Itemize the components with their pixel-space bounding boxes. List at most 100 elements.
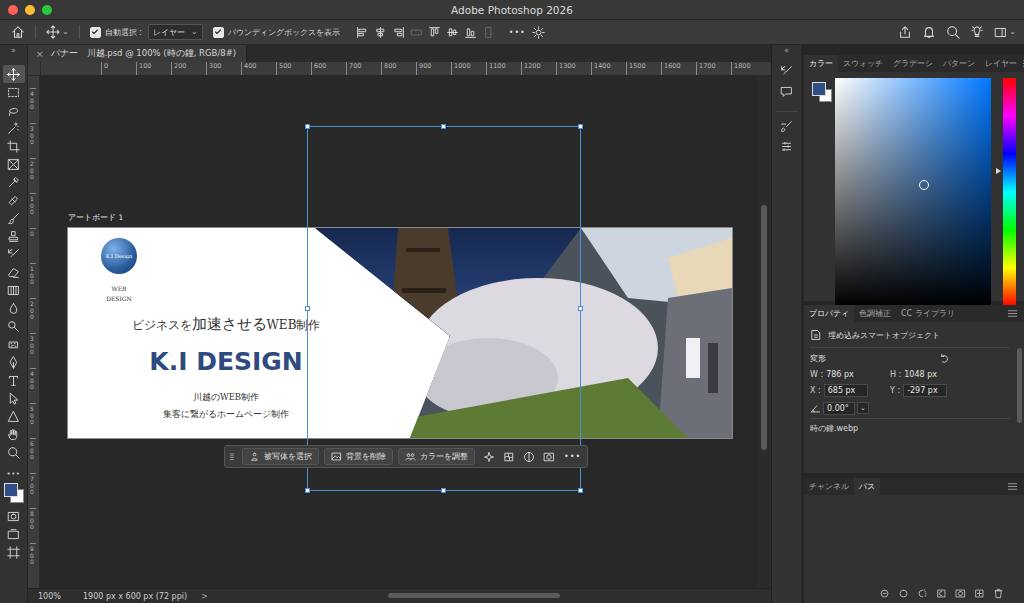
panel-tab[interactable]: カラー — [804, 55, 838, 72]
properties-scrollbar[interactable] — [1016, 322, 1024, 473]
delete-icon[interactable] — [993, 588, 1004, 599]
panel-tab[interactable]: レイヤー — [980, 55, 1022, 72]
field-value[interactable]: 685 px — [824, 384, 868, 397]
close-tab-button[interactable]: × — [36, 49, 44, 59]
canvas[interactable]: アートボード 1 K.I DesignWEBDESIGNビジネスを加速させるWEB… — [40, 76, 758, 588]
artboard[interactable]: K.I DesignWEBDESIGNビジネスを加速させるWEB制作K.I DE… — [68, 228, 732, 438]
collapse-panels[interactable]: « — [784, 45, 789, 57]
distribute-h-icon[interactable] — [410, 26, 423, 39]
transform-handle[interactable] — [305, 488, 310, 493]
color-picker-marker[interactable] — [919, 180, 929, 190]
tool-button[interactable] — [3, 83, 25, 101]
sparkle-icon[interactable] — [483, 451, 495, 463]
tool-button[interactable] — [3, 525, 25, 543]
foreground-swatch[interactable] — [812, 82, 826, 96]
tool-button[interactable] — [3, 507, 25, 525]
panel-menu-icon[interactable] — [1007, 481, 1018, 492]
align-top-icon[interactable] — [428, 26, 441, 39]
warp-icon[interactable] — [503, 451, 515, 463]
bounding-box-checkbox[interactable]: バウンディングボックスを表示 — [213, 27, 340, 38]
panel-tab[interactable]: パターン — [938, 55, 980, 72]
auto-select-target[interactable]: レイヤー⌄ — [148, 24, 203, 40]
tool-button[interactable] — [3, 155, 25, 173]
tool-button[interactable] — [3, 137, 25, 155]
transform-handle[interactable] — [441, 488, 446, 493]
artboard-label[interactable]: アートボード 1 — [68, 213, 123, 223]
tool-button[interactable] — [3, 425, 25, 443]
dock-button[interactable] — [776, 111, 798, 136]
hue-marker[interactable] — [996, 168, 1001, 174]
transform-handle[interactable] — [578, 124, 583, 129]
more-options[interactable]: ••• — [509, 28, 526, 37]
dock-button[interactable] — [776, 136, 798, 156]
workspace-switcher[interactable]: ⌄ — [994, 26, 1016, 39]
task-button[interactable]: カラーを調整 — [398, 448, 475, 465]
tool-button[interactable] — [3, 353, 25, 371]
angle-value[interactable]: 0.00° — [823, 402, 855, 415]
distribute-v-icon[interactable] — [482, 26, 495, 39]
bell-icon[interactable] — [922, 25, 936, 39]
tool-button[interactable] — [3, 245, 25, 263]
panel-tab[interactable]: 色調補正 — [854, 305, 896, 322]
tool-button[interactable] — [3, 299, 25, 317]
fill-icon[interactable] — [879, 588, 890, 599]
dock-button[interactable] — [776, 61, 798, 81]
task-button[interactable]: 被写体を選択 — [242, 448, 319, 465]
panel-tab[interactable]: CC ライブラリ — [896, 305, 960, 322]
home-icon[interactable] — [11, 25, 25, 39]
color-field[interactable] — [835, 78, 991, 306]
align-left-icon[interactable] — [356, 26, 369, 39]
collapse-toolbar[interactable]: » — [11, 45, 16, 57]
field-value[interactable]: -297 px — [903, 384, 947, 397]
contrast-icon[interactable] — [523, 451, 535, 463]
bulb-icon[interactable] — [970, 25, 984, 39]
panel-tab[interactable]: グラデーシ — [888, 55, 938, 72]
banner-photo[interactable] — [68, 228, 732, 438]
checkbox[interactable] — [213, 27, 224, 38]
tool-button[interactable] — [3, 317, 25, 335]
more-actions[interactable]: ••• — [564, 452, 581, 461]
horizontal-scrollbar[interactable] — [208, 589, 771, 603]
stroke-icon[interactable] — [898, 588, 909, 599]
task-button[interactable]: 背景を削除 — [324, 448, 393, 465]
auto-select-checkbox[interactable]: 自動選択 : — [90, 27, 142, 38]
drag-handle-icon[interactable] — [227, 450, 237, 464]
tool-button[interactable] — [3, 191, 25, 209]
align-hcenter-icon[interactable] — [374, 26, 387, 39]
tool-button[interactable] — [3, 119, 25, 137]
tool-button[interactable] — [3, 173, 25, 191]
panel-tab[interactable]: パス — [854, 478, 880, 495]
align-bottom-icon[interactable] — [464, 26, 477, 39]
window-control[interactable] — [25, 5, 35, 15]
tool-button[interactable] — [3, 389, 25, 407]
tool-button[interactable] — [3, 227, 25, 245]
transform-handle[interactable] — [578, 306, 583, 311]
document-tab[interactable]: ×バナー 川越.psd @ 100% (時の鐘, RGB/8#) — [28, 45, 247, 62]
mask-icon[interactable] — [955, 588, 966, 599]
tool-button[interactable] — [3, 371, 25, 389]
panel-menu-icon[interactable] — [1022, 58, 1024, 69]
transform-handle[interactable] — [305, 124, 310, 129]
transform-handle[interactable] — [441, 124, 446, 129]
align-vcenter-icon[interactable] — [446, 26, 459, 39]
status-menu-arrow[interactable]: > — [201, 592, 208, 601]
reset-icon[interactable] — [939, 353, 950, 364]
vertical-scrollbar[interactable] — [758, 76, 771, 588]
tool-button[interactable] — [3, 443, 25, 461]
tool-button[interactable] — [3, 263, 25, 281]
gear-icon[interactable] — [532, 26, 545, 39]
share-icon[interactable] — [898, 25, 912, 39]
foreground-color[interactable] — [4, 483, 18, 497]
edit-toolbar[interactable]: ••• — [3, 467, 25, 481]
tool-button[interactable] — [3, 335, 25, 353]
tool-button[interactable] — [3, 101, 25, 119]
panel-tab[interactable]: スウォッチ — [838, 55, 888, 72]
tool-button[interactable] — [3, 65, 25, 83]
align-right-icon[interactable] — [392, 26, 405, 39]
new-icon[interactable] — [974, 588, 985, 599]
checkbox[interactable] — [90, 27, 101, 38]
tool-button[interactable] — [3, 407, 25, 425]
window-control[interactable] — [8, 5, 18, 15]
search-icon[interactable] — [946, 25, 960, 39]
panel-tab[interactable]: チャンネル — [804, 478, 854, 495]
